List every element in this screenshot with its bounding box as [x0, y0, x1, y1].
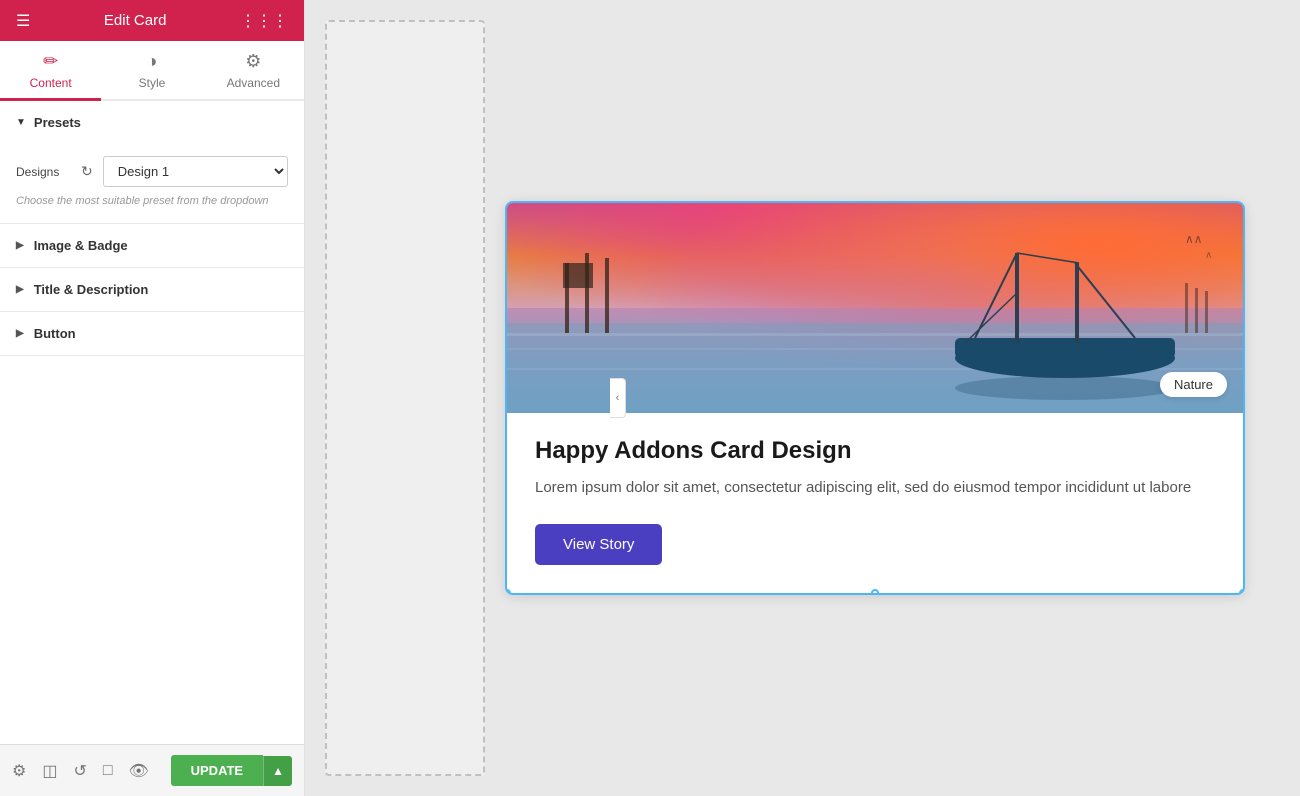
tab-content[interactable]: ✏ Content	[0, 41, 101, 101]
button-label: Button	[34, 326, 76, 341]
card-description: Lorem ipsum dolor sit amet, consectetur …	[535, 477, 1215, 500]
right-spacer	[1265, 20, 1300, 776]
handle-bottom-left	[505, 589, 511, 595]
advanced-tab-icon: ⚙	[245, 51, 261, 72]
card-body: Happy Addons Card Design Lorem ipsum dol…	[507, 413, 1243, 593]
title-description-section: ▶ Title & Description	[0, 268, 304, 312]
footer-icons: ⚙ ◫ ↺ □ 👁	[12, 761, 149, 781]
designs-row: Designs ↻ Design 1 Design 2 Design 3	[16, 156, 288, 187]
canvas-area: +	[305, 0, 1300, 796]
sidebar-tabs: ✏ Content ◑ Style ⚙ Advanced	[0, 41, 304, 101]
content-tab-icon: ✏	[43, 51, 58, 72]
sidebar-content: ▼ Presets Designs ↻ Design 1 Design 2 De…	[0, 101, 304, 744]
tab-advanced[interactable]: ⚙ Advanced	[203, 41, 304, 101]
svg-text:∧∧: ∧∧	[1185, 232, 1203, 246]
sidebar: ☰ Edit Card ⋮⋮⋮ ✏ Content ◑ Style ⚙ Adva…	[0, 0, 305, 796]
sidebar-title: Edit Card	[104, 12, 167, 29]
refresh-button[interactable]: ↻	[79, 161, 95, 182]
handle-bottom-right	[1239, 589, 1245, 595]
sidebar-footer: ⚙ ◫ ↺ □ 👁 UPDATE ▲	[0, 744, 304, 796]
image-badge-section: ▶ Image & Badge	[0, 224, 304, 268]
update-dropdown-button[interactable]: ▲	[263, 756, 292, 786]
layers-icon[interactable]: ◫	[42, 761, 57, 781]
designs-label: Designs	[16, 165, 71, 179]
image-badge-label: Image & Badge	[34, 238, 128, 253]
presets-header[interactable]: ▼ Presets	[0, 101, 304, 144]
button-section: ▶ Button	[0, 312, 304, 356]
tab-style[interactable]: ◑ Style	[101, 41, 202, 101]
update-button[interactable]: UPDATE	[171, 755, 263, 786]
sidebar-header: ☰ Edit Card ⋮⋮⋮	[0, 0, 304, 41]
title-description-header[interactable]: ▶ Title & Description	[0, 268, 304, 311]
handle-bottom-middle	[871, 589, 879, 595]
title-description-label: Title & Description	[34, 282, 149, 297]
presets-section: ▼ Presets Designs ↻ Design 1 Design 2 De…	[0, 101, 304, 224]
card-badge: Nature	[1160, 372, 1227, 397]
presets-chevron-icon: ▼	[16, 117, 26, 128]
update-btn-group: UPDATE ▲	[171, 755, 292, 786]
card-title: Happy Addons Card Design	[535, 437, 1215, 465]
svg-text:∧: ∧	[1205, 250, 1212, 261]
button-header[interactable]: ▶ Button	[0, 312, 304, 355]
image-badge-chevron-icon: ▶	[16, 240, 24, 251]
presets-label: Presets	[34, 115, 81, 130]
grid-icon[interactable]: ⋮⋮⋮	[240, 11, 288, 31]
tab-content-label: Content	[30, 76, 72, 90]
main-content: +	[305, 0, 1300, 796]
collapse-icon: ‹	[616, 392, 620, 404]
history-icon[interactable]: ↺	[73, 761, 86, 781]
button-chevron-icon: ▶	[16, 328, 24, 339]
style-tab-icon: ◑	[147, 51, 158, 72]
hamburger-icon[interactable]: ☰	[16, 11, 30, 31]
title-description-chevron-icon: ▶	[16, 284, 24, 295]
responsive-icon[interactable]: □	[103, 762, 113, 780]
card-widget-wrapper: +	[485, 20, 1265, 776]
designs-hint: Choose the most suitable preset from the…	[16, 195, 288, 207]
collapse-handle[interactable]: ‹	[610, 378, 626, 418]
designs-select[interactable]: Design 1 Design 2 Design 3	[103, 156, 288, 187]
image-badge-header[interactable]: ▶ Image & Badge	[0, 224, 304, 267]
tab-style-label: Style	[139, 76, 166, 90]
left-column-placeholder[interactable]	[325, 20, 485, 776]
preview-icon[interactable]: 👁	[129, 761, 149, 781]
presets-content: Designs ↻ Design 1 Design 2 Design 3 Cho…	[0, 144, 304, 223]
card-view-story-button[interactable]: View Story	[535, 524, 662, 565]
tab-advanced-label: Advanced	[227, 76, 280, 90]
settings-icon[interactable]: ⚙	[12, 761, 26, 781]
